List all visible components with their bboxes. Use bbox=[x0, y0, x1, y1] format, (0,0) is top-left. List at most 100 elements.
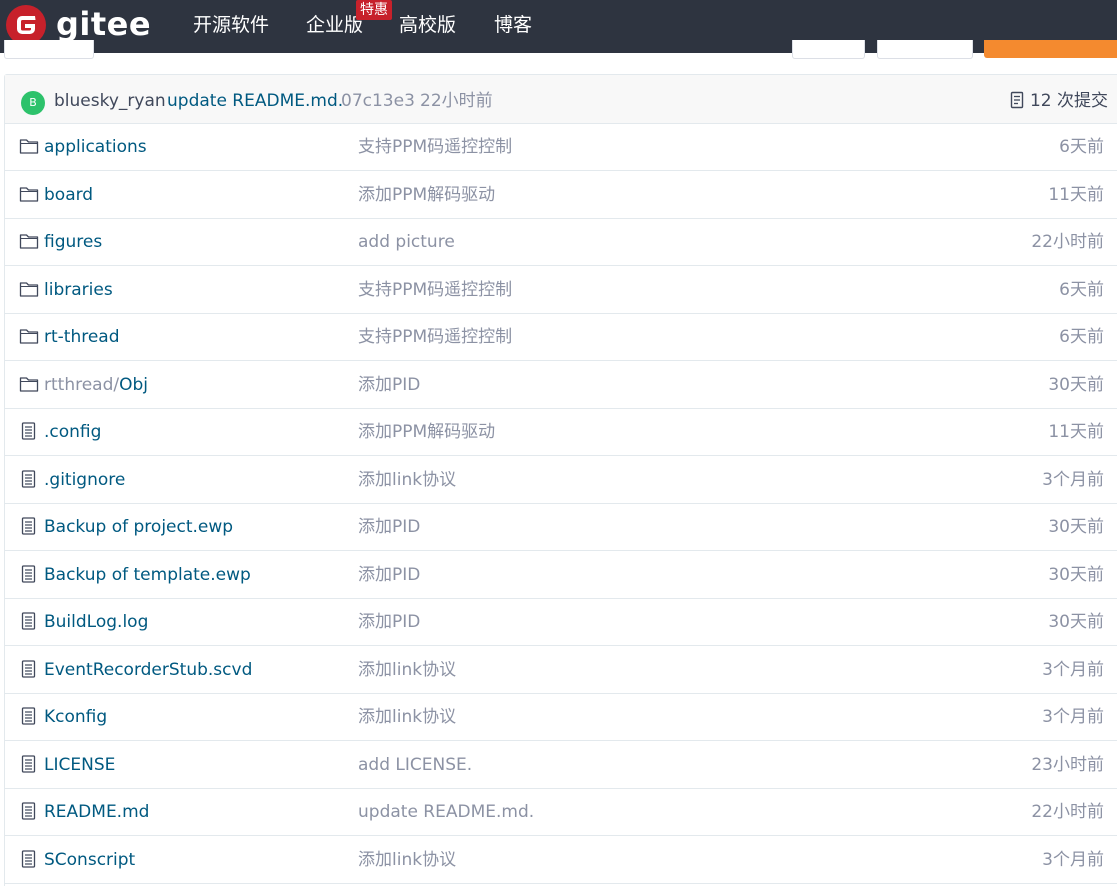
table-row[interactable]: Backup of template.ewp 添加PID 30天前 bbox=[5, 551, 1117, 599]
table-row[interactable]: figures add picture 22小时前 bbox=[5, 218, 1117, 266]
folder-icon bbox=[19, 232, 39, 250]
file-name-link[interactable]: README.md bbox=[44, 799, 149, 825]
file-name-link[interactable]: EventRecorderStub.scvd bbox=[44, 657, 252, 683]
commit-time: 6天前 bbox=[1059, 279, 1104, 300]
file-name-link[interactable]: SConscript bbox=[44, 847, 135, 873]
commit-author[interactable]: bluesky_ryan bbox=[54, 89, 166, 113]
latest-commit-bar: B bluesky_ryan update README.md. 07c13e3… bbox=[5, 75, 1117, 124]
commit-message-link[interactable]: 添加PID bbox=[358, 514, 420, 540]
file-text-icon bbox=[19, 469, 39, 488]
folder-icon bbox=[19, 280, 39, 298]
commit-time: 3个月前 bbox=[1042, 707, 1104, 727]
file-name-link[interactable]: LICENSE bbox=[44, 752, 115, 778]
folder-icon bbox=[19, 327, 39, 345]
folder-icon bbox=[19, 185, 39, 203]
file-text-icon bbox=[19, 422, 39, 440]
gitee-logo-icon[interactable] bbox=[6, 5, 46, 45]
file-name-link[interactable]: figures bbox=[44, 229, 102, 255]
table-row[interactable]: .config 添加PPM解码驱动 11天前 bbox=[5, 408, 1117, 456]
file-name-link[interactable]: BuildLog.log bbox=[44, 609, 148, 635]
clone-download-button[interactable] bbox=[984, 40, 1117, 58]
commit-message-link[interactable]: 添加link协议 bbox=[358, 847, 456, 873]
path-leaf[interactable]: Obj bbox=[119, 375, 148, 395]
nav-open-source[interactable]: 开源软件 bbox=[193, 12, 269, 38]
commit-message-link[interactable]: 添加PID bbox=[358, 562, 420, 588]
table-row[interactable]: README.md update README.md. 22小时前 bbox=[5, 788, 1117, 836]
table-row[interactable]: libraries 支持PPM码遥控控制 6天前 bbox=[5, 266, 1117, 314]
file-name-link[interactable]: Backup of project.ewp bbox=[44, 514, 233, 540]
file-tree-table: B bluesky_ryan update README.md. 07c13e3… bbox=[4, 74, 1117, 886]
branch-select-button[interactable] bbox=[4, 40, 94, 59]
commit-message-link[interactable]: 添加PID bbox=[358, 372, 420, 398]
file-text-icon bbox=[19, 612, 39, 630]
commit-time: 30天前 bbox=[1048, 612, 1104, 632]
file-name-link[interactable]: applications bbox=[44, 134, 147, 160]
nav-enterprise[interactable]: 企业版 bbox=[306, 12, 363, 38]
commit-time: 3个月前 bbox=[1042, 469, 1104, 490]
file-text-icon bbox=[19, 707, 39, 725]
file-name-link[interactable]: .config bbox=[44, 419, 101, 445]
commits-count-label: 12 次提交 bbox=[1029, 91, 1108, 111]
file-name-link[interactable]: Backup of template.ewp bbox=[44, 562, 251, 588]
commit-time: 30天前 bbox=[1048, 517, 1104, 537]
commit-message-link[interactable]: add picture bbox=[358, 229, 455, 255]
table-row[interactable]: Backup of project.ewp 添加PID 30天前 bbox=[5, 503, 1117, 551]
file-name-link[interactable]: Kconfig bbox=[44, 704, 107, 730]
table-row[interactable]: rtthread/Obj 添加PID 30天前 bbox=[5, 361, 1117, 409]
commit-time: 6天前 bbox=[1059, 137, 1104, 157]
folder-icon bbox=[19, 137, 39, 155]
avatar[interactable]: B bbox=[21, 91, 45, 115]
folder-icon bbox=[19, 375, 39, 393]
table-row[interactable]: BuildLog.log 添加PID 30天前 bbox=[5, 598, 1117, 646]
commit-time: 22小时前 bbox=[1031, 802, 1104, 822]
file-text-icon bbox=[19, 802, 39, 820]
file-name-link[interactable]: rtthread/Obj bbox=[44, 372, 148, 398]
commit-message-link[interactable]: 添加PID bbox=[358, 609, 420, 635]
file-text-icon bbox=[19, 564, 39, 583]
commit-message-link[interactable]: update README.md. bbox=[358, 799, 534, 825]
commit-message-link[interactable]: 添加link协议 bbox=[358, 704, 456, 730]
commit-time: 22小时前 bbox=[420, 91, 493, 111]
commit-message-link[interactable]: 支持PPM码遥控控制 bbox=[358, 277, 512, 303]
promo-badge: 特惠 bbox=[356, 0, 392, 20]
file-name-link[interactable]: rt-thread bbox=[44, 324, 120, 350]
commit-time: 23小时前 bbox=[1031, 754, 1104, 775]
commits-count-link[interactable]: 12 次提交 bbox=[1010, 89, 1108, 113]
commit-message-link[interactable]: 添加PPM解码驱动 bbox=[358, 419, 495, 445]
file-name-link[interactable]: .gitignore bbox=[44, 467, 125, 493]
table-row[interactable]: LICENSE add LICENSE. 23小时前 bbox=[5, 741, 1117, 789]
commit-time: 30天前 bbox=[1048, 374, 1104, 395]
file-text-icon bbox=[19, 517, 39, 535]
file-name-link[interactable]: libraries bbox=[44, 277, 113, 303]
commit-log-icon bbox=[1010, 91, 1024, 109]
table-row[interactable]: board 添加PPM解码驱动 11天前 bbox=[5, 171, 1117, 219]
commit-sha[interactable]: 07c13e3 bbox=[341, 89, 415, 113]
table-row[interactable]: SConscript 添加link协议 3个月前 bbox=[5, 836, 1117, 884]
toolbar-button[interactable] bbox=[877, 40, 973, 59]
commit-time: 3个月前 bbox=[1042, 659, 1104, 680]
commit-time: 3个月前 bbox=[1042, 849, 1104, 870]
commit-message-link[interactable]: 支持PPM码遥控控制 bbox=[358, 134, 512, 160]
commit-message-link[interactable]: 添加link协议 bbox=[358, 657, 456, 683]
path-prefix: rtthread/ bbox=[44, 374, 120, 395]
toolbar-button[interactable] bbox=[792, 40, 865, 59]
commit-message-link[interactable]: add LICENSE. bbox=[358, 752, 472, 778]
commit-time: 6天前 bbox=[1059, 327, 1104, 347]
nav-blog[interactable]: 博客 bbox=[494, 12, 532, 38]
table-row[interactable]: applications 支持PPM码遥控控制 6天前 bbox=[5, 123, 1117, 171]
commit-message-link[interactable]: 添加link协议 bbox=[358, 467, 456, 493]
table-row[interactable]: .gitignore 添加link协议 3个月前 bbox=[5, 456, 1117, 504]
table-row[interactable]: EventRecorderStub.scvd 添加link协议 3个月前 bbox=[5, 646, 1117, 694]
commit-time: 11天前 bbox=[1048, 184, 1104, 205]
table-row[interactable]: rt-thread 支持PPM码遥控控制 6天前 bbox=[5, 313, 1117, 361]
table-row[interactable]: Kconfig 添加link协议 3个月前 bbox=[5, 693, 1117, 741]
file-text-icon bbox=[19, 849, 39, 868]
commit-message-link[interactable]: 支持PPM码遥控控制 bbox=[358, 324, 512, 350]
commit-message-link[interactable]: 添加PPM解码驱动 bbox=[358, 182, 495, 208]
nav-education[interactable]: 高校版 bbox=[399, 12, 456, 38]
commit-message[interactable]: update README.md. bbox=[167, 89, 343, 113]
commit-time: 30天前 bbox=[1048, 564, 1104, 585]
file-text-icon bbox=[19, 754, 39, 773]
commit-time: 11天前 bbox=[1048, 422, 1104, 442]
file-name-link[interactable]: board bbox=[44, 182, 93, 208]
